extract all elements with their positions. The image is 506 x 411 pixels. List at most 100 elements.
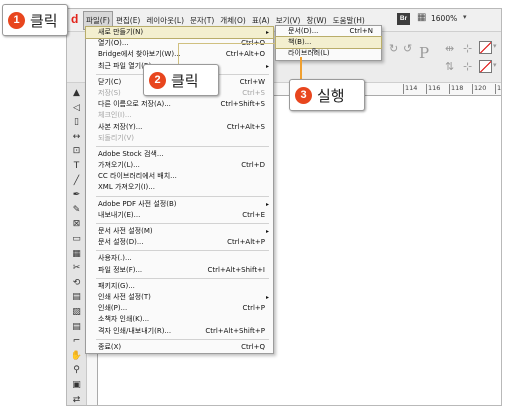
menu-item-shortcut: Ctrl+P: [242, 304, 265, 313]
menu-item[interactable]: 책(B)...: [275, 36, 382, 50]
menu-item[interactable]: 패키지(G)...: [86, 281, 273, 292]
align-icon[interactable]: ⊹: [463, 42, 472, 55]
menu-item-label: 격자 인쇄/내보내기(R)...: [98, 326, 172, 335]
menu-item-label: 가져오기(L)...: [98, 161, 140, 170]
menu-item-shortcut: Ctrl+E: [242, 210, 265, 219]
menu-item-shortcut: Ctrl+Alt+Shift+I: [207, 265, 265, 274]
menu-item-label: 다른 이름으로 저장(A)...: [98, 100, 171, 109]
menu-item-label: 저장(S): [98, 88, 121, 97]
type-tool-icon[interactable]: T: [70, 160, 83, 173]
chevron-right-icon: ▸: [265, 62, 269, 70]
zoom-tool-icon[interactable]: ⚲: [70, 364, 83, 377]
rotate-ccw-icon[interactable]: ↺: [403, 42, 412, 55]
menu-item-label: 닫기(C): [98, 77, 122, 86]
zoom-level-field[interactable]: 1600%: [431, 14, 457, 23]
menu-item[interactable]: 새로 만들기(N) ▸: [85, 25, 274, 40]
menu-item-label: CC 라이브러리에서 배치...: [98, 172, 177, 181]
menu-item-shortcut: Ctrl+Shift+S: [220, 100, 265, 109]
connector-line: [178, 43, 275, 44]
menu-item[interactable]: 내보내기(E)... Ctrl+E: [86, 210, 273, 221]
gradient-swatch-tool-icon[interactable]: ▤: [70, 291, 83, 304]
stroke-none-swatch[interactable]: [479, 60, 492, 73]
fill-none-swatch[interactable]: [479, 41, 492, 54]
hand-tool-icon[interactable]: ✋: [70, 350, 83, 363]
table-tool-icon[interactable]: ▦: [70, 248, 83, 261]
menu-item[interactable]: 가져오기(L)... Ctrl+D: [86, 160, 273, 171]
menu-item-label: 사용자(.)...: [98, 254, 132, 263]
menu-item-label: 체크인(I)...: [98, 111, 132, 120]
menu-item-label: 새로 만들기(N): [98, 28, 144, 36]
tools-panel: ▲ ◁ ▯ ↔ ⊡ T ╱ ✒ ✎ ⊠ ▭ ▦ ✂ ⟲ ▤ ▨ ▤ ⌐ ✋ ⚲ ▣ ⇄: [67, 83, 87, 405]
step-1-badge: 1 클릭: [2, 4, 68, 36]
mouse-pointer-icon: ⇖: [311, 46, 320, 57]
selection-tool-icon[interactable]: ▲: [70, 87, 83, 100]
bridge-button[interactable]: Br: [397, 13, 410, 25]
page-tool-icon[interactable]: ▯: [70, 116, 83, 129]
type-frame-icon[interactable]: P: [419, 44, 429, 62]
chevron-down-icon[interactable]: ▾: [493, 42, 497, 50]
menu-separator: [96, 195, 269, 197]
ruler-tick: 116: [426, 84, 441, 94]
connector-line: [178, 43, 179, 64]
menu-item[interactable]: 사본 저장(Y)... Ctrl+Alt+S: [86, 122, 273, 133]
pen-tool-icon[interactable]: ✒: [70, 189, 83, 202]
menu-item[interactable]: 다른 이름으로 저장(A)... Ctrl+Shift+S: [86, 99, 273, 110]
menu-item-label: Adobe Stock 검색...: [98, 149, 164, 158]
menu-item-label: Adobe PDF 사전 설정(B): [98, 199, 177, 208]
rotate-icon[interactable]: ↻: [389, 42, 398, 55]
menu-item-shortcut: Ctrl+Q: [241, 342, 265, 351]
menu-item[interactable]: XML 가져오기(I)...: [86, 182, 273, 193]
menu-item-label: 소책자 인쇄(K)...: [98, 315, 150, 324]
menu-item[interactable]: 인쇄(P)... Ctrl+P: [86, 303, 273, 314]
menu-item[interactable]: Adobe Stock 검색...: [86, 149, 273, 160]
rect-frame-tool-icon[interactable]: ⊠: [70, 218, 83, 231]
menu-item-label: XML 가져오기(I)...: [98, 183, 155, 192]
menu-item-shortcut: Ctrl+N: [349, 27, 373, 35]
fill-stroke-swatch-icon[interactable]: ▣: [70, 379, 83, 392]
ruler-tick: 118: [449, 84, 464, 94]
chevron-right-icon: ▸: [265, 228, 269, 235]
menu-item[interactable]: 소책자 인쇄(K)...: [86, 314, 273, 325]
indesign-logo: d: [71, 12, 79, 26]
menu-item[interactable]: 격자 인쇄/내보내기(R)... Ctrl+Alt+Shift+P: [86, 326, 273, 337]
distribute-icon[interactable]: ⊹: [463, 60, 472, 73]
menu-item-label: Bridge에서 찾아보기(W)...: [98, 50, 181, 59]
menu-item: 체크인(I)...: [86, 110, 273, 121]
note-tool-icon[interactable]: ▤: [70, 321, 83, 334]
menu-item[interactable]: 사용자(.)...: [86, 253, 273, 264]
formatting-swap-icon[interactable]: ⇄: [70, 394, 83, 405]
menu-item[interactable]: 종료(X) Ctrl+Q: [86, 342, 273, 353]
scissors-tool-icon[interactable]: ✂: [70, 262, 83, 275]
flip-vertical-icon[interactable]: ⇅: [445, 60, 454, 73]
step-3-badge: 3 실행: [289, 79, 365, 111]
gradient-feather-tool-icon[interactable]: ▨: [70, 306, 83, 319]
eyedropper-tool-icon[interactable]: ⌐: [70, 335, 83, 348]
menu-item-label: 문서(D)...: [288, 27, 319, 35]
menu-item[interactable]: CC 라이브러리에서 배치...: [86, 171, 273, 182]
menu-item[interactable]: 파일 정보(F)... Ctrl+Alt+Shift+I: [86, 265, 273, 276]
menu-item[interactable]: Adobe PDF 사전 설정(B) ▸: [86, 199, 273, 210]
rectangle-tool-icon[interactable]: ▭: [70, 233, 83, 246]
line-tool-icon[interactable]: ╱: [70, 175, 83, 188]
direct-select-tool-icon[interactable]: ◁: [70, 102, 83, 115]
pencil-tool-icon[interactable]: ✎: [70, 204, 83, 217]
menu-item[interactable]: 인쇄 사전 설정(T) ▸: [86, 292, 273, 303]
menu-item[interactable]: Bridge에서 찾아보기(W)... Ctrl+Alt+O: [86, 49, 273, 60]
menu-item-label: 문서 설정(D)...: [98, 238, 144, 247]
menu-item-shortcut: Ctrl+Alt+S: [226, 122, 265, 131]
menu-item[interactable]: 라이브러리(L): [276, 48, 381, 59]
ruler-tick: 122: [495, 84, 501, 94]
chevron-down-icon[interactable]: ▾: [463, 13, 467, 21]
menu-item-label: 내보내기(E)...: [98, 210, 141, 219]
menu-item: 되돌리기(V): [86, 133, 273, 144]
menu-separator: [96, 277, 269, 279]
menu-item[interactable]: 문서 사전 설정(M) ▸: [86, 226, 273, 237]
menu-separator: [96, 145, 269, 147]
content-collector-tool-icon[interactable]: ⊡: [70, 145, 83, 158]
menu-item[interactable]: 문서(D)... Ctrl+N: [276, 26, 381, 37]
free-transform-tool-icon[interactable]: ⟲: [70, 277, 83, 290]
gap-tool-icon[interactable]: ↔: [70, 131, 83, 144]
flip-horizontal-icon[interactable]: ⇹: [445, 42, 454, 55]
chevron-down-icon[interactable]: ▾: [493, 61, 497, 69]
menu-item[interactable]: 문서 설정(D)... Ctrl+Alt+P: [86, 237, 273, 248]
